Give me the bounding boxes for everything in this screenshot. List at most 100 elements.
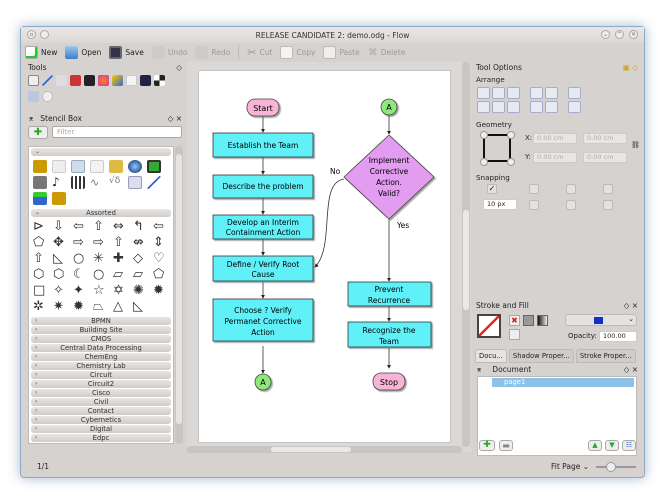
stencil-category[interactable]: › Contact bbox=[31, 407, 171, 415]
stencil-shape[interactable]: ⇦ bbox=[73, 220, 90, 234]
stencil-shape[interactable]: ⏢ bbox=[93, 300, 110, 314]
snap-intersection-checkbox[interactable] bbox=[566, 200, 576, 210]
tab-document[interactable]: Docu... bbox=[475, 349, 507, 363]
align-center-button[interactable] bbox=[492, 87, 505, 99]
stencil-doc-icon[interactable] bbox=[90, 160, 104, 173]
stencil-category[interactable]: › Digital bbox=[31, 425, 171, 433]
stencil-category[interactable]: › Chemistry Lab bbox=[31, 362, 171, 370]
pattern-fill-button[interactable] bbox=[509, 329, 520, 340]
stencil-shape[interactable]: ⇦ bbox=[153, 220, 170, 234]
stencil-shape[interactable]: ⬠ bbox=[153, 268, 170, 282]
stencil-shape[interactable]: ♡ bbox=[153, 252, 170, 266]
horizontal-scrollbar[interactable] bbox=[187, 446, 462, 453]
stencil-category[interactable]: › BPMN bbox=[31, 317, 171, 325]
zoom-slider-handle[interactable] bbox=[606, 462, 616, 472]
select-tool-icon[interactable] bbox=[28, 75, 39, 86]
decision-valid[interactable] bbox=[343, 134, 435, 220]
float-icon[interactable]: ◇ × bbox=[168, 114, 182, 123]
pencil-tool-icon[interactable] bbox=[112, 75, 123, 86]
stencil-shape[interactable]: ✦ bbox=[73, 284, 90, 298]
stencil-shape[interactable]: ○ bbox=[93, 268, 110, 282]
app-menu-icon[interactable]: ▫ bbox=[27, 30, 36, 39]
zoom-dropdown[interactable]: Fit Page ⌄ bbox=[551, 462, 589, 471]
stencil-shape[interactable]: ⬠ bbox=[33, 236, 50, 250]
gradient-fill-button[interactable] bbox=[537, 315, 548, 326]
open-button[interactable]: Open bbox=[65, 45, 101, 59]
vertical-scrollbar[interactable] bbox=[462, 62, 470, 447]
stroke-fill-swatch[interactable] bbox=[477, 314, 501, 338]
tab-shadow-properties[interactable]: Shadow Proper... bbox=[508, 349, 574, 363]
stencil-shape[interactable]: ⬡ bbox=[33, 268, 50, 282]
stencil-shape[interactable]: ✹ bbox=[153, 284, 170, 298]
film-tool-icon[interactable] bbox=[84, 75, 95, 86]
stencil-shape[interactable]: ☆ bbox=[93, 284, 110, 298]
move-down-button[interactable]: ▼ bbox=[605, 440, 619, 451]
filter-input[interactable]: Filter bbox=[52, 126, 182, 138]
stencil-shape[interactable]: ✺ bbox=[133, 284, 150, 298]
no-fill-button[interactable]: ✖ bbox=[509, 315, 520, 326]
redo-button[interactable]: Redo bbox=[195, 45, 230, 59]
stencil-shape[interactable]: ⬡ bbox=[53, 268, 70, 282]
bring-front-button[interactable] bbox=[545, 87, 558, 99]
zoom-tool-icon[interactable] bbox=[28, 91, 39, 102]
path-tool-icon[interactable] bbox=[56, 75, 67, 86]
add-layer-button[interactable]: ✚ bbox=[479, 440, 495, 451]
stencil-shape[interactable]: ⇔ bbox=[113, 220, 130, 234]
fill-color-dropdown[interactable]: ⌄ bbox=[565, 314, 637, 326]
stencil-shape[interactable]: ✡ bbox=[113, 284, 130, 298]
lock-icon[interactable]: ▣ ◇ bbox=[623, 63, 638, 72]
solid-fill-button[interactable] bbox=[523, 315, 534, 326]
stencil-shape[interactable]: ⇩ bbox=[53, 220, 70, 234]
raise-button[interactable] bbox=[530, 87, 543, 99]
stencil-formula-icon[interactable]: √δ bbox=[109, 176, 123, 189]
height-input[interactable]: 0.00 cm bbox=[583, 152, 627, 163]
stencil-card-icon[interactable] bbox=[33, 160, 47, 173]
align-top-button[interactable] bbox=[477, 101, 490, 113]
lower-button[interactable] bbox=[530, 101, 543, 113]
stencil-shape[interactable]: ⇧ bbox=[113, 236, 130, 250]
pattern-tool-icon[interactable] bbox=[154, 75, 165, 86]
snap-extension-checkbox[interactable] bbox=[529, 200, 539, 210]
anchor-selector[interactable] bbox=[483, 134, 511, 162]
anchor-point[interactable] bbox=[480, 131, 488, 139]
minimize-button[interactable]: ⌄ bbox=[601, 30, 610, 39]
gradient-tool-icon[interactable] bbox=[98, 75, 109, 86]
x-input[interactable]: 0.00 cm bbox=[533, 133, 577, 144]
maximize-button[interactable]: ⌃ bbox=[615, 30, 624, 39]
snap-distance-input[interactable]: 10 px bbox=[483, 199, 517, 210]
stencil-music-icon[interactable]: ♪ bbox=[52, 176, 66, 189]
stencil-line-icon[interactable] bbox=[147, 176, 161, 189]
undo-button[interactable]: Undo bbox=[151, 45, 187, 59]
stencil-card2-icon[interactable] bbox=[52, 192, 66, 205]
stencil-shape[interactable]: ⇧ bbox=[33, 252, 50, 266]
stencil-category[interactable]: › Circuit2 bbox=[31, 380, 171, 388]
canvas-area[interactable]: Start Establish the Team Describe the pr… bbox=[187, 62, 471, 452]
stencil-wave-icon[interactable]: ∿ bbox=[90, 176, 104, 189]
opacity-input[interactable]: 100.00 bbox=[599, 331, 637, 342]
stencil-shape[interactable]: △ bbox=[113, 300, 130, 314]
move-up-button[interactable]: ▲ bbox=[588, 440, 602, 451]
stencil-shape[interactable]: ✳ bbox=[93, 252, 110, 266]
stencil-shape[interactable]: ◺ bbox=[133, 300, 150, 314]
group-button[interactable] bbox=[568, 87, 581, 99]
stencil-category[interactable]: › Cybernetics bbox=[31, 416, 171, 424]
stencil-shape[interactable]: ✧ bbox=[53, 284, 70, 298]
calligraphy-tool-icon[interactable] bbox=[140, 75, 151, 86]
stencil-cube-icon[interactable] bbox=[109, 160, 123, 173]
float-icon[interactable]: ◇ bbox=[176, 63, 182, 72]
copy-button[interactable]: Copy bbox=[280, 45, 315, 59]
shape-tool-icon[interactable] bbox=[70, 75, 81, 86]
remove-layer-button[interactable]: ▬ bbox=[499, 440, 513, 451]
snap-bbox-checkbox[interactable] bbox=[603, 184, 613, 194]
stencil-shape[interactable]: ⇨ bbox=[73, 236, 90, 250]
stencil-shape[interactable]: ✥ bbox=[53, 236, 70, 250]
text-tool-icon[interactable] bbox=[126, 75, 137, 86]
align-middle-button[interactable] bbox=[492, 101, 505, 113]
stencil-category[interactable]: › Cisco bbox=[31, 389, 171, 397]
send-back-button[interactable] bbox=[545, 101, 558, 113]
stencil-shape[interactable]: ◇ bbox=[133, 252, 150, 266]
stencil-shape[interactable]: ✲ bbox=[33, 300, 50, 314]
new-button[interactable]: New bbox=[25, 45, 57, 59]
width-input[interactable]: 0.00 cm bbox=[583, 133, 627, 144]
stencil-shape[interactable]: ↰ bbox=[133, 220, 150, 234]
